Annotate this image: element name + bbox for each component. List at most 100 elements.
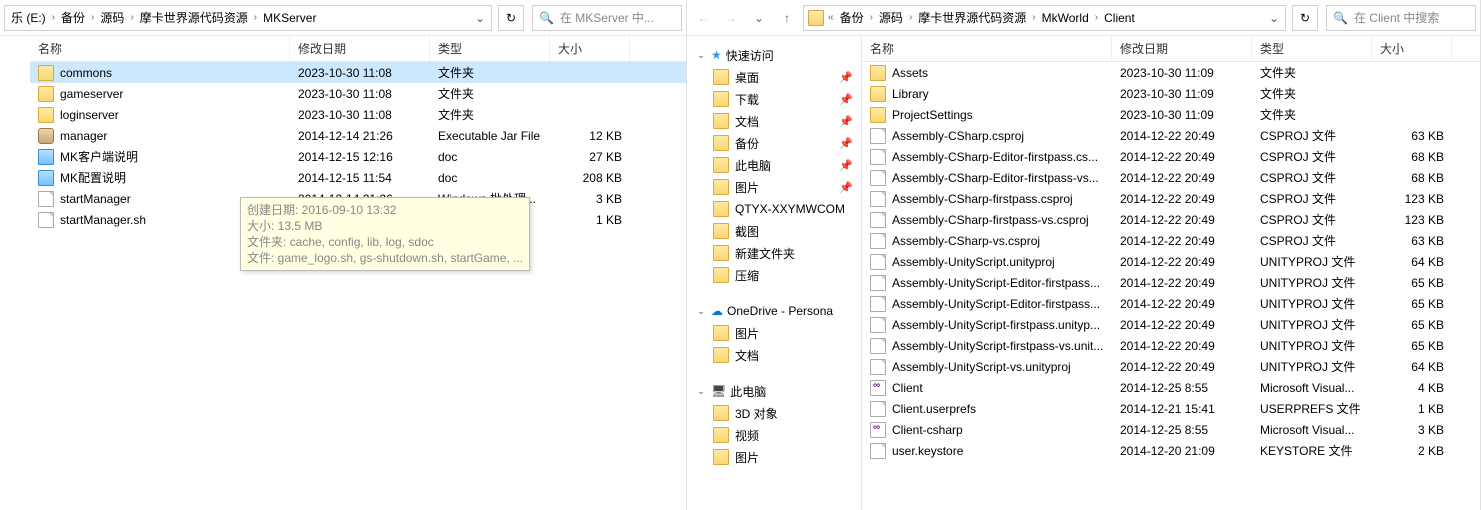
file-row[interactable]: Client2014-12-25 8:55Microsoft Visual...…: [862, 377, 1480, 398]
crumb[interactable]: 乐 (E:): [7, 6, 50, 30]
refresh-button[interactable]: ↻: [1292, 5, 1318, 31]
address-dropdown-icon[interactable]: ⌄: [1265, 6, 1283, 30]
nav-label: 此电脑: [730, 383, 766, 400]
file-type: Windows 批处理...: [430, 190, 550, 207]
file-type: USERPREFS 文件: [1252, 400, 1372, 417]
file-row[interactable]: Assembly-CSharp-Editor-firstpass.cs...20…: [862, 146, 1480, 167]
file-row[interactable]: user.keystore2014-12-20 21:09KEYSTORE 文件…: [862, 440, 1480, 461]
file-type: 文件夹: [1252, 85, 1372, 102]
file-row[interactable]: Assembly-CSharp.csproj2014-12-22 20:49CS…: [862, 125, 1480, 146]
nav-item[interactable]: 压缩: [691, 264, 857, 286]
nav-item[interactable]: 此电脑📌: [691, 154, 857, 176]
file-row[interactable]: Assembly-UnityScript-vs.unityproj2014-12…: [862, 356, 1480, 377]
nav-item-label: 文档: [735, 347, 759, 364]
crumb[interactable]: Client: [1100, 6, 1139, 30]
col-date[interactable]: 修改日期: [1112, 36, 1252, 61]
forward-button[interactable]: →: [719, 6, 743, 30]
crumb[interactable]: MkWorld: [1038, 6, 1093, 30]
nav-onedrive[interactable]: ⌄☁OneDrive - Persona: [691, 300, 857, 322]
file-row[interactable]: startManager.sh2014-12-14 21:26SH 文件1 KB: [30, 209, 686, 230]
file-row[interactable]: manager2014-12-14 21:26Executable Jar Fi…: [30, 125, 686, 146]
nav-item[interactable]: 文档📌: [691, 110, 857, 132]
crumb[interactable]: 备份: [836, 6, 868, 30]
file-date: 2014-12-14 21:26: [290, 213, 430, 227]
col-name[interactable]: 名称: [30, 36, 290, 61]
left-pane: 乐 (E:)› 备份› 源码› 摩卡世界源代码资源› MKServer ⌄ ↻ …: [0, 0, 687, 510]
file-icon: [870, 212, 886, 228]
file-row[interactable]: startManager2014-12-14 21:26Windows 批处理.…: [30, 188, 686, 209]
file-name: Assembly-CSharp.csproj: [892, 129, 1024, 143]
file-date: 2014-12-22 20:49: [1112, 318, 1252, 332]
col-size[interactable]: 大小: [550, 36, 630, 61]
refresh-button[interactable]: ↻: [498, 5, 524, 31]
nav-label: OneDrive - Persona: [727, 304, 833, 318]
crumb[interactable]: MKServer: [259, 6, 320, 30]
col-size[interactable]: 大小: [1372, 36, 1452, 61]
file-size: 68 KB: [1372, 171, 1452, 185]
address-dropdown-icon[interactable]: ⌄: [471, 6, 489, 30]
file-name: gameserver: [60, 87, 123, 101]
left-toolbar: 乐 (E:)› 备份› 源码› 摩卡世界源代码资源› MKServer ⌄ ↻ …: [0, 0, 686, 36]
file-row[interactable]: Assembly-CSharp-Editor-firstpass-vs...20…: [862, 167, 1480, 188]
file-name: Assembly-UnityScript-Editor-firstpass...: [892, 297, 1100, 311]
file-row[interactable]: Assembly-UnityScript-firstpass-vs.unit..…: [862, 335, 1480, 356]
nav-item[interactable]: 文档: [691, 344, 857, 366]
right-search-input[interactable]: 🔍 在 Client 中搜索: [1326, 5, 1476, 31]
nav-item[interactable]: 图片: [691, 322, 857, 344]
file-row[interactable]: Assembly-UnityScript-Editor-firstpass...…: [862, 293, 1480, 314]
file-row[interactable]: Client.userprefs2014-12-21 15:41USERPREF…: [862, 398, 1480, 419]
file-row[interactable]: loginserver2023-10-30 11:08文件夹: [30, 104, 686, 125]
file-row[interactable]: MK配置说明2014-12-15 11:54doc208 KB: [30, 167, 686, 188]
file-name: Client: [892, 381, 923, 395]
nav-item[interactable]: 桌面📌: [691, 66, 857, 88]
folder-icon: [713, 347, 729, 363]
col-type[interactable]: 类型: [1252, 36, 1372, 61]
file-row[interactable]: ProjectSettings2023-10-30 11:09文件夹: [862, 104, 1480, 125]
right-pane: ← → ⌄ ↑ « 备份› 源码› 摩卡世界源代码资源› MkWorld› Cl…: [687, 0, 1481, 510]
file-row[interactable]: Assembly-CSharp-vs.csproj2014-12-22 20:4…: [862, 230, 1480, 251]
col-date[interactable]: 修改日期: [290, 36, 430, 61]
file-row[interactable]: Assembly-CSharp-firstpass.csproj2014-12-…: [862, 188, 1480, 209]
nav-item[interactable]: 下载📌: [691, 88, 857, 110]
file-date: 2014-12-21 15:41: [1112, 402, 1252, 416]
nav-item[interactable]: 图片: [691, 446, 857, 468]
file-row[interactable]: Assembly-UnityScript-firstpass.unityp...…: [862, 314, 1480, 335]
crumb[interactable]: 摩卡世界源代码资源: [914, 6, 1030, 30]
file-row[interactable]: Assembly-CSharp-firstpass-vs.csproj2014-…: [862, 209, 1480, 230]
file-row[interactable]: MK客户端说明2014-12-15 12:16doc27 KB: [30, 146, 686, 167]
crumb[interactable]: 备份: [57, 6, 89, 30]
left-search-input[interactable]: 🔍 在 MKServer 中...: [532, 5, 682, 31]
file-date: 2023-10-30 11:08: [290, 87, 430, 101]
nav-item[interactable]: 新建文件夹: [691, 242, 857, 264]
nav-item[interactable]: 视频: [691, 424, 857, 446]
nav-item[interactable]: 截图: [691, 220, 857, 242]
up-button[interactable]: ↑: [775, 6, 799, 30]
file-type: CSPROJ 文件: [1252, 127, 1372, 144]
file-row[interactable]: Client-csharp2014-12-25 8:55Microsoft Vi…: [862, 419, 1480, 440]
nav-quick-access[interactable]: ⌄★快速访问: [691, 44, 857, 66]
nav-item-label: 图片: [735, 179, 759, 196]
nav-thispc[interactable]: ⌄🖥此电脑: [691, 380, 857, 402]
folder-icon: [38, 86, 54, 102]
recent-dropdown[interactable]: ⌄: [747, 6, 771, 30]
nav-item[interactable]: 3D 对象: [691, 402, 857, 424]
file-row[interactable]: Assembly-UnityScript.unityproj2014-12-22…: [862, 251, 1480, 272]
nav-item[interactable]: 备份📌: [691, 132, 857, 154]
file-row[interactable]: gameserver2023-10-30 11:08文件夹: [30, 83, 686, 104]
file-row[interactable]: Assembly-UnityScript-Editor-firstpass...…: [862, 272, 1480, 293]
back-button[interactable]: ←: [691, 6, 715, 30]
file-size: 12 KB: [550, 129, 630, 143]
file-row[interactable]: Library2023-10-30 11:09文件夹: [862, 83, 1480, 104]
crumb[interactable]: 摩卡世界源代码资源: [136, 6, 252, 30]
file-row[interactable]: commons2023-10-30 11:08文件夹: [30, 62, 686, 83]
right-addressbar[interactable]: « 备份› 源码› 摩卡世界源代码资源› MkWorld› Client ⌄: [803, 5, 1286, 31]
nav-item[interactable]: QTYX-XXYMWCOM: [691, 198, 857, 220]
nav-item[interactable]: 图片📌: [691, 176, 857, 198]
col-type[interactable]: 类型: [430, 36, 550, 61]
folder-icon: [870, 86, 886, 102]
col-name[interactable]: 名称: [862, 36, 1112, 61]
file-row[interactable]: Assets2023-10-30 11:09文件夹: [862, 62, 1480, 83]
crumb[interactable]: 源码: [96, 6, 128, 30]
crumb[interactable]: 源码: [875, 6, 907, 30]
left-addressbar[interactable]: 乐 (E:)› 备份› 源码› 摩卡世界源代码资源› MKServer ⌄: [4, 5, 492, 31]
